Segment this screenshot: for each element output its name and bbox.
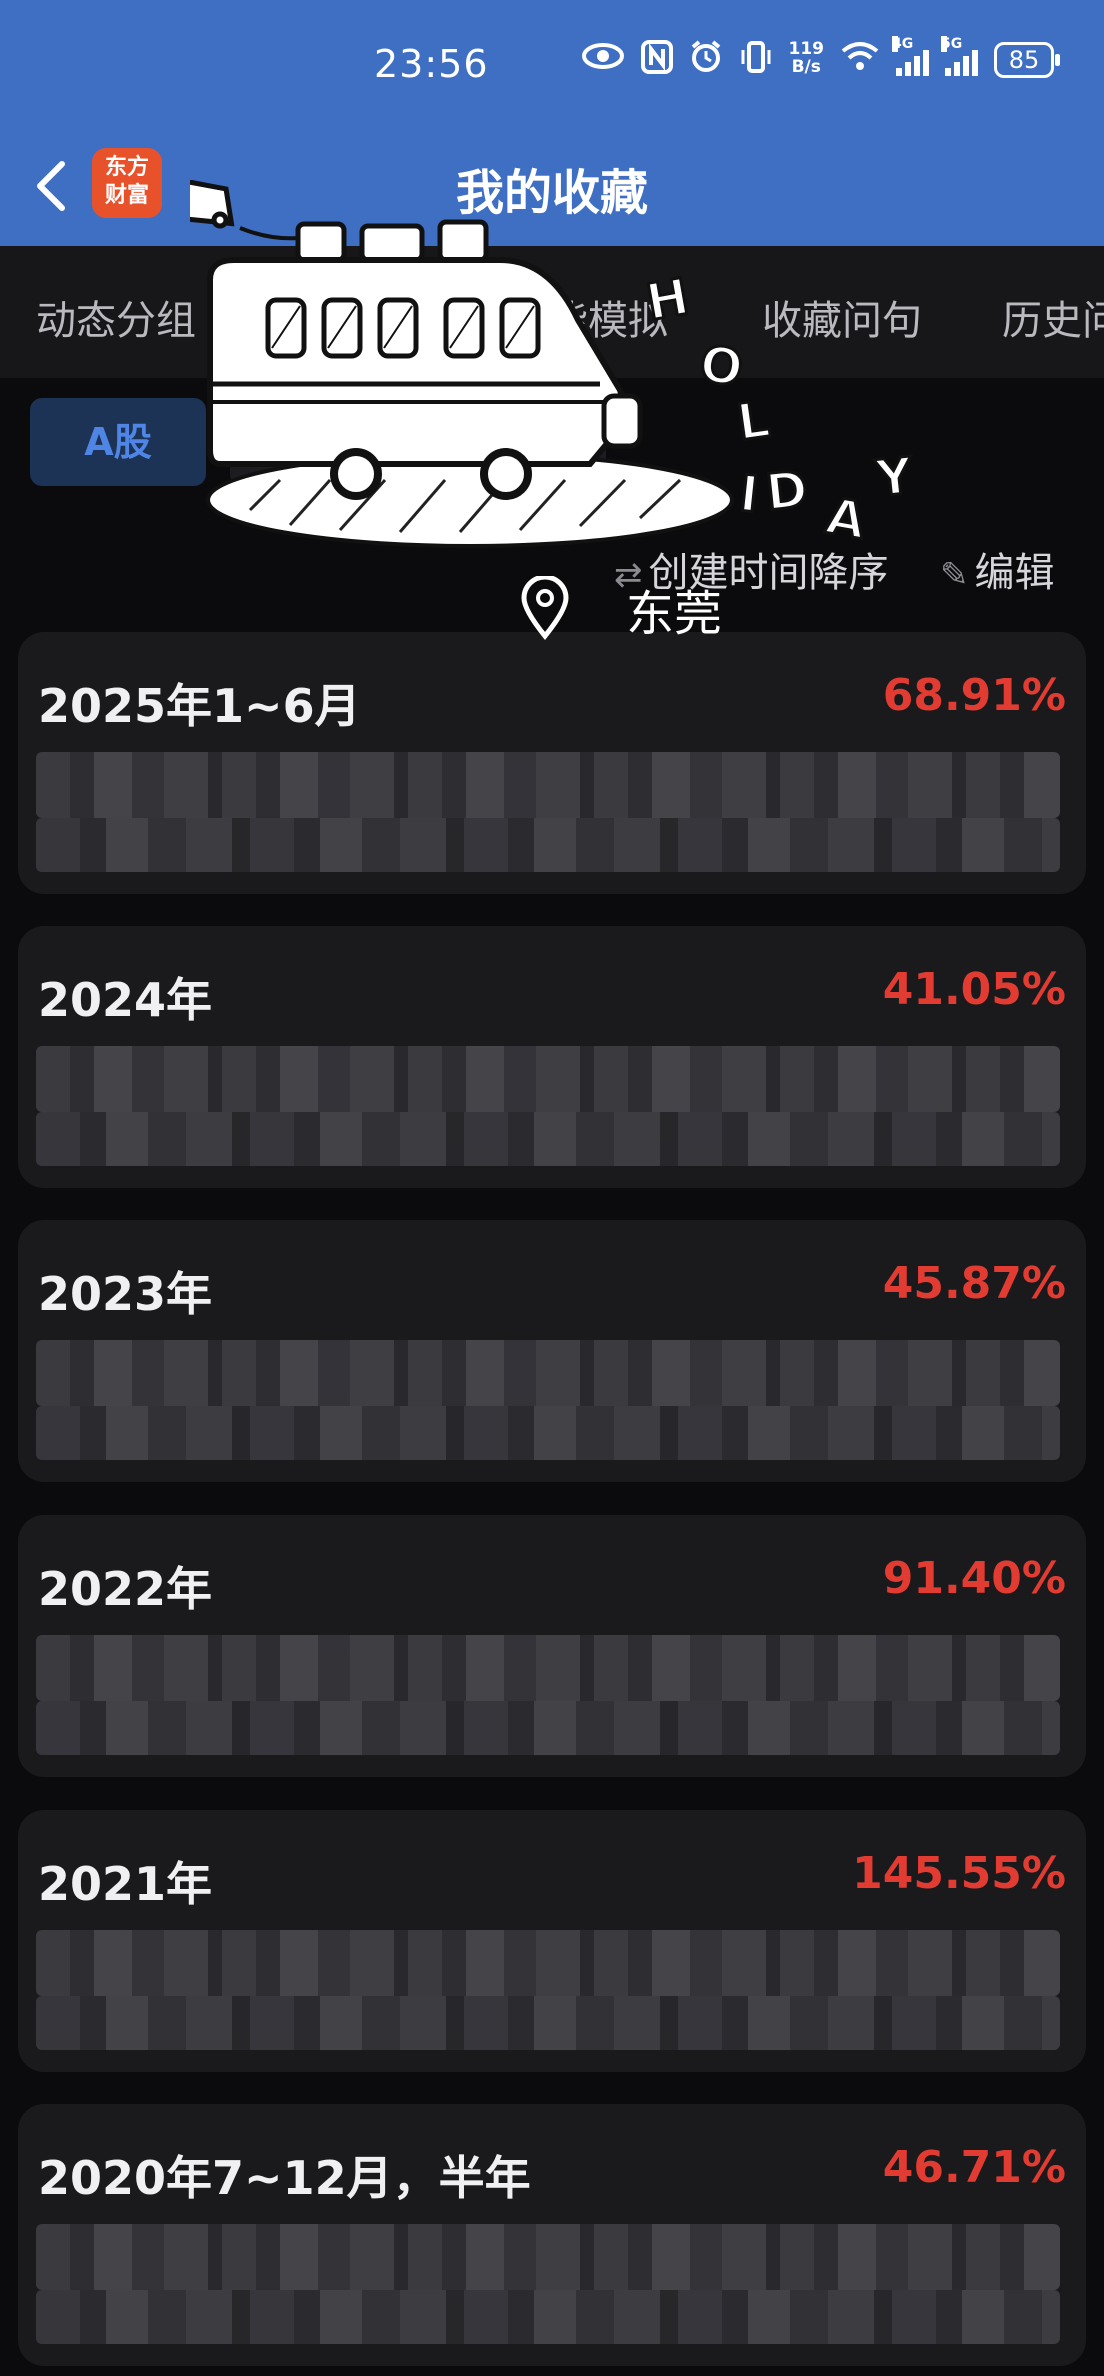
signal-icon-2: 5G [941, 36, 978, 76]
blurred-content [36, 2224, 1060, 2290]
tab-bar: 动态分组 智能回测 智能模拟 收藏问句 历史问 [0, 246, 1104, 378]
tab-smart-simulation[interactable]: 智能模拟 [508, 288, 668, 346]
tab-history[interactable]: 历史问 [1002, 288, 1104, 346]
card-title: 2021年 [38, 1857, 213, 1911]
status-bar: 23:56 119 B/s 4G 5G 85 [0, 0, 1104, 130]
page-title: 我的收藏 [455, 165, 648, 221]
card-title: 2024年 [38, 973, 213, 1027]
active-tab-indicator [318, 356, 388, 363]
card-title: 2022年 [38, 1562, 213, 1616]
strategy-card[interactable]: 2022年 91.40% [18, 1515, 1086, 1777]
blurred-content [36, 1406, 1060, 1460]
top-app-bar: 23:56 119 B/s 4G 5G 85 东方 财富 我的收藏 [0, 0, 1104, 246]
signal-icon: 4G [892, 36, 929, 76]
blurred-content [36, 818, 1060, 872]
wifi-icon [840, 40, 880, 80]
blurred-content [36, 2290, 1060, 2344]
svg-text:L: L [734, 390, 774, 452]
edit-icon: ✎ [940, 555, 969, 595]
chip-convertible-bonds[interactable]: 可转债 [230, 398, 450, 486]
blurred-content [36, 1930, 1060, 1996]
blurred-content [36, 1112, 1060, 1166]
strategy-card[interactable]: 2021年 145.55% [18, 1810, 1086, 2072]
svg-text:I: I [737, 464, 762, 524]
battery-icon: 85 [994, 42, 1060, 78]
tab-saved-questions[interactable]: 收藏问句 [762, 288, 922, 346]
sim1-label: 4G [892, 36, 914, 52]
chip-a-shares[interactable]: A股 [30, 398, 206, 486]
strategy-card[interactable]: 2024年 41.05% [18, 926, 1086, 1188]
svg-text:D: D [763, 460, 810, 522]
blurred-content [36, 1340, 1060, 1406]
alarm-icon [689, 40, 723, 80]
sim2-label: 5G [941, 36, 963, 52]
tab-dynamic-group[interactable]: 动态分组 [36, 288, 196, 346]
vibrate-icon [739, 40, 773, 80]
card-return: 41.05% [882, 964, 1066, 1015]
location-pin-icon [520, 574, 570, 644]
card-return: 45.87% [882, 1258, 1066, 1309]
card-return: 91.40% [882, 1553, 1066, 1604]
eye-icon [581, 40, 625, 80]
tab-smart-backtest[interactable]: 智能回测 [272, 288, 432, 346]
chip-etf[interactable]: ETF [430, 398, 606, 486]
strategy-card[interactable]: 2023年 45.87% [18, 1220, 1086, 1482]
blurred-content [36, 1635, 1060, 1701]
card-title: 2023年 [38, 1267, 213, 1321]
card-title: 2025年1~6月 [38, 679, 361, 733]
status-icons: 119 B/s 4G 5G 85 [581, 36, 1060, 80]
status-time: 23:56 [374, 42, 489, 86]
blurred-content [36, 1996, 1060, 2050]
edit-button[interactable]: ✎ 编辑 [940, 540, 1055, 598]
blurred-content [36, 1701, 1060, 1755]
network-speed-unit: B/s [791, 57, 821, 77]
strategy-card[interactable]: 2025年1~6月 68.91% [18, 632, 1086, 894]
card-return: 68.91% [882, 670, 1066, 721]
card-return: 145.55% [852, 1848, 1066, 1899]
network-speed-value: 119 [788, 39, 825, 59]
blurred-content [36, 1046, 1060, 1112]
edit-label: 编辑 [974, 550, 1055, 596]
location-label: 东莞 [626, 586, 723, 642]
blurred-content [36, 752, 1060, 818]
card-return: 46.71% [882, 2142, 1066, 2193]
nfc-icon [640, 40, 673, 80]
network-speed: 119 B/s [789, 40, 825, 80]
svg-text:Y: Y [872, 446, 916, 508]
strategy-card[interactable]: 2020年7~12月，半年 46.71% [18, 2104, 1086, 2366]
card-title: 2020年7~12月，半年 [38, 2151, 531, 2205]
